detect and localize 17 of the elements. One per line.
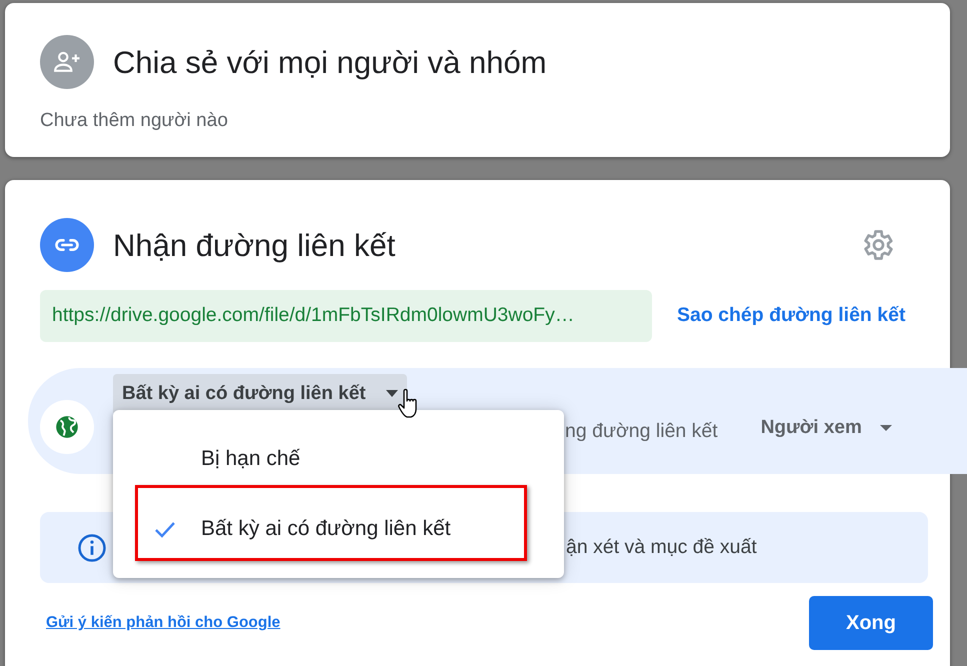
access-description: ng đường liên kết [565,418,718,444]
role-dropdown[interactable]: Người xem [760,414,892,442]
feedback-link[interactable]: Gửi ý kiến phản hồi cho Google [46,611,280,635]
section-title: Nhận đường liên kết [113,230,396,260]
done-button[interactable]: Xong [809,596,933,650]
link-url-field[interactable]: https://drive.google.com/file/d/1mFbTsIRdm0lowmU3woFy… [40,290,652,342]
caret-icon [880,424,892,432]
menu-item[interactable]: Bất kỳ ai có đường liên kết [113,494,564,564]
add-person-icon [40,35,94,89]
link-icon [40,218,94,272]
menu-item[interactable]: Bị hạn chế [113,424,564,494]
caret-icon [386,390,398,398]
copy-link[interactable]: Sao chép đường liên kết [677,301,906,331]
empty-share-note: Chưa thêm người nào [40,109,228,133]
info-text: ận xét và mục đề xuất [566,534,757,560]
info-icon [77,532,107,562]
dialog-title: Chia sẻ với mọi người và nhóm [113,46,547,78]
